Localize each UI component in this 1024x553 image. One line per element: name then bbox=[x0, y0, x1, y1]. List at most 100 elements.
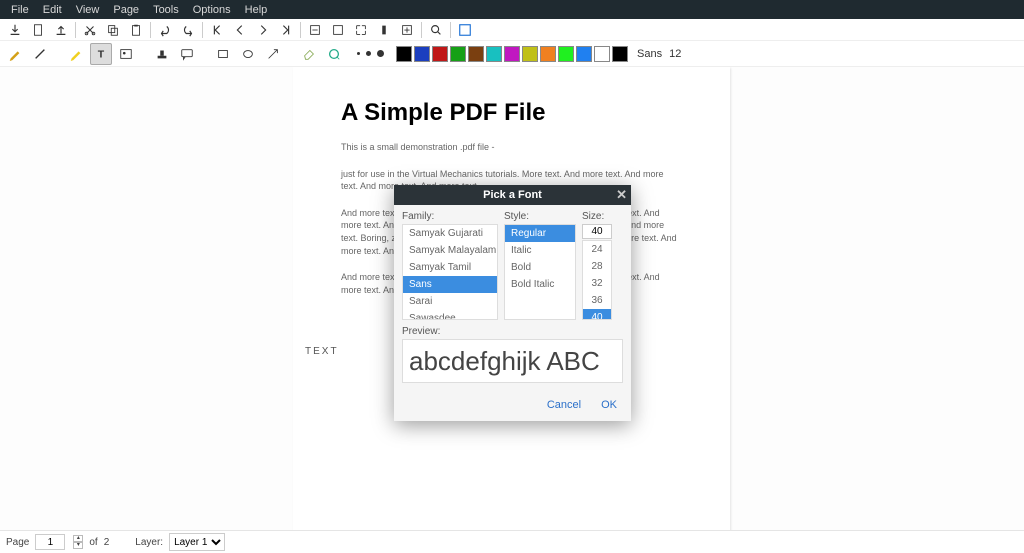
linewidth-2-icon[interactable] bbox=[366, 51, 371, 56]
prev-page-icon[interactable] bbox=[229, 19, 251, 41]
text-annotation[interactable]: TEXT bbox=[305, 346, 339, 357]
zoom-fit-icon[interactable] bbox=[327, 19, 349, 41]
list-item[interactable]: Samyak Gujarati bbox=[403, 225, 497, 242]
menu-view[interactable]: View bbox=[69, 2, 107, 18]
last-page-icon[interactable] bbox=[275, 19, 297, 41]
color-swatch-0[interactable] bbox=[396, 46, 412, 62]
list-item[interactable]: Sarai bbox=[403, 293, 497, 310]
color-swatch-11[interactable] bbox=[594, 46, 610, 62]
page-up-icon[interactable]: ▴ bbox=[73, 535, 83, 542]
font-dialog: Pick a Font ✕ Family: Samyak GujaratiSam… bbox=[394, 185, 631, 421]
zoom-page-icon[interactable] bbox=[350, 19, 372, 41]
color-swatch-12[interactable] bbox=[612, 46, 628, 62]
save-icon[interactable] bbox=[50, 19, 72, 41]
size-list[interactable]: 242832364048 bbox=[582, 240, 612, 320]
text-tool-icon[interactable]: T bbox=[90, 43, 112, 65]
dialog-title: Pick a Font bbox=[483, 189, 542, 201]
open-icon[interactable] bbox=[4, 19, 26, 41]
layer-select[interactable]: Layer 1 bbox=[169, 533, 225, 551]
color-swatch-1[interactable] bbox=[414, 46, 430, 62]
linewidth-1-icon[interactable] bbox=[357, 52, 360, 55]
first-page-icon[interactable] bbox=[206, 19, 228, 41]
font-preview: abcdefghijk ABC bbox=[402, 339, 623, 383]
copy-icon[interactable] bbox=[102, 19, 124, 41]
font-name-display[interactable]: Sans bbox=[637, 48, 662, 60]
layer-label: Layer: bbox=[135, 537, 163, 548]
redo-icon[interactable] bbox=[177, 19, 199, 41]
menu-edit[interactable]: Edit bbox=[36, 2, 69, 18]
ok-button[interactable]: OK bbox=[601, 399, 617, 411]
color-swatch-8[interactable] bbox=[540, 46, 556, 62]
dialog-title-bar[interactable]: Pick a Font ✕ bbox=[394, 185, 631, 205]
list-item[interactable]: Samyak Malayalam bbox=[403, 242, 497, 259]
color-swatch-10[interactable] bbox=[576, 46, 592, 62]
font-size-display[interactable]: 12 bbox=[669, 48, 681, 60]
undo-icon[interactable] bbox=[154, 19, 176, 41]
paste-icon[interactable] bbox=[125, 19, 147, 41]
highlight-tool-icon[interactable] bbox=[65, 43, 87, 65]
size-input[interactable] bbox=[582, 224, 612, 239]
menu-bar: File Edit View Page Tools Options Help bbox=[0, 0, 1024, 19]
menu-file[interactable]: File bbox=[4, 2, 36, 18]
family-list[interactable]: Samyak GujaratiSamyak MalayalamSamyak Ta… bbox=[402, 224, 498, 320]
next-page-icon[interactable] bbox=[252, 19, 274, 41]
list-item[interactable]: Bold Italic bbox=[505, 276, 575, 293]
doc-para-1: This is a small demonstration .pdf file … bbox=[341, 141, 682, 154]
rect-tool-icon[interactable] bbox=[212, 43, 234, 65]
zoom-out-icon[interactable] bbox=[304, 19, 326, 41]
doc-title: A Simple PDF File bbox=[341, 99, 730, 127]
color-swatch-9[interactable] bbox=[558, 46, 574, 62]
list-item[interactable]: Italic bbox=[505, 242, 575, 259]
color-swatch-6[interactable] bbox=[504, 46, 520, 62]
page-input[interactable] bbox=[35, 534, 65, 550]
page-down-icon[interactable]: ▾ bbox=[73, 542, 83, 549]
stamp-tool-icon[interactable] bbox=[151, 43, 173, 65]
color-swatch-5[interactable] bbox=[486, 46, 502, 62]
color-swatch-7[interactable] bbox=[522, 46, 538, 62]
color-swatch-4[interactable] bbox=[468, 46, 484, 62]
color-swatch-2[interactable] bbox=[432, 46, 448, 62]
of-label: of bbox=[89, 537, 97, 548]
arrow-tool-icon[interactable] bbox=[262, 43, 284, 65]
size-label: Size: bbox=[582, 211, 612, 222]
list-item[interactable]: Sans bbox=[403, 276, 497, 293]
menu-page[interactable]: Page bbox=[106, 2, 146, 18]
list-item[interactable]: 24 bbox=[583, 241, 611, 258]
menu-help[interactable]: Help bbox=[238, 2, 275, 18]
list-item[interactable]: Bold bbox=[505, 259, 575, 276]
list-item[interactable]: Samyak Tamil bbox=[403, 259, 497, 276]
image-tool-icon[interactable] bbox=[115, 43, 137, 65]
fullscreen-icon[interactable] bbox=[454, 19, 476, 41]
style-label: Style: bbox=[504, 211, 576, 222]
color-swatch-3[interactable] bbox=[450, 46, 466, 62]
list-item[interactable]: 32 bbox=[583, 275, 611, 292]
close-icon[interactable]: ✕ bbox=[616, 187, 627, 203]
menu-tools[interactable]: Tools bbox=[146, 2, 186, 18]
list-item[interactable]: 40 bbox=[583, 309, 611, 320]
list-item[interactable]: 36 bbox=[583, 292, 611, 309]
annotation-toolbar: T Sans 12 bbox=[0, 41, 1024, 67]
main-toolbar bbox=[0, 19, 1024, 41]
pen-tool-icon[interactable] bbox=[4, 43, 26, 65]
search-icon[interactable] bbox=[425, 19, 447, 41]
svg-text:T: T bbox=[98, 48, 105, 60]
comment-tool-icon[interactable] bbox=[176, 43, 198, 65]
list-item[interactable]: Regular bbox=[505, 225, 575, 242]
page-total: 2 bbox=[104, 537, 110, 548]
cut-icon[interactable] bbox=[79, 19, 101, 41]
zoom-width-icon[interactable] bbox=[373, 19, 395, 41]
cancel-button[interactable]: Cancel bbox=[547, 399, 581, 411]
select-tool-icon[interactable] bbox=[323, 43, 345, 65]
new-doc-icon[interactable] bbox=[27, 19, 49, 41]
family-label: Family: bbox=[402, 211, 498, 222]
style-list[interactable]: RegularItalicBoldBold Italic bbox=[504, 224, 576, 320]
line-tool-icon[interactable] bbox=[29, 43, 51, 65]
list-item[interactable]: Sawasdee bbox=[403, 310, 497, 320]
ellipse-tool-icon[interactable] bbox=[237, 43, 259, 65]
zoom-in-icon[interactable] bbox=[396, 19, 418, 41]
status-bar: Page ▴▾ of 2 Layer: Layer 1 bbox=[0, 530, 1024, 553]
eraser-tool-icon[interactable] bbox=[298, 43, 320, 65]
menu-options[interactable]: Options bbox=[186, 2, 238, 18]
list-item[interactable]: 28 bbox=[583, 258, 611, 275]
linewidth-3-icon[interactable] bbox=[377, 50, 384, 57]
